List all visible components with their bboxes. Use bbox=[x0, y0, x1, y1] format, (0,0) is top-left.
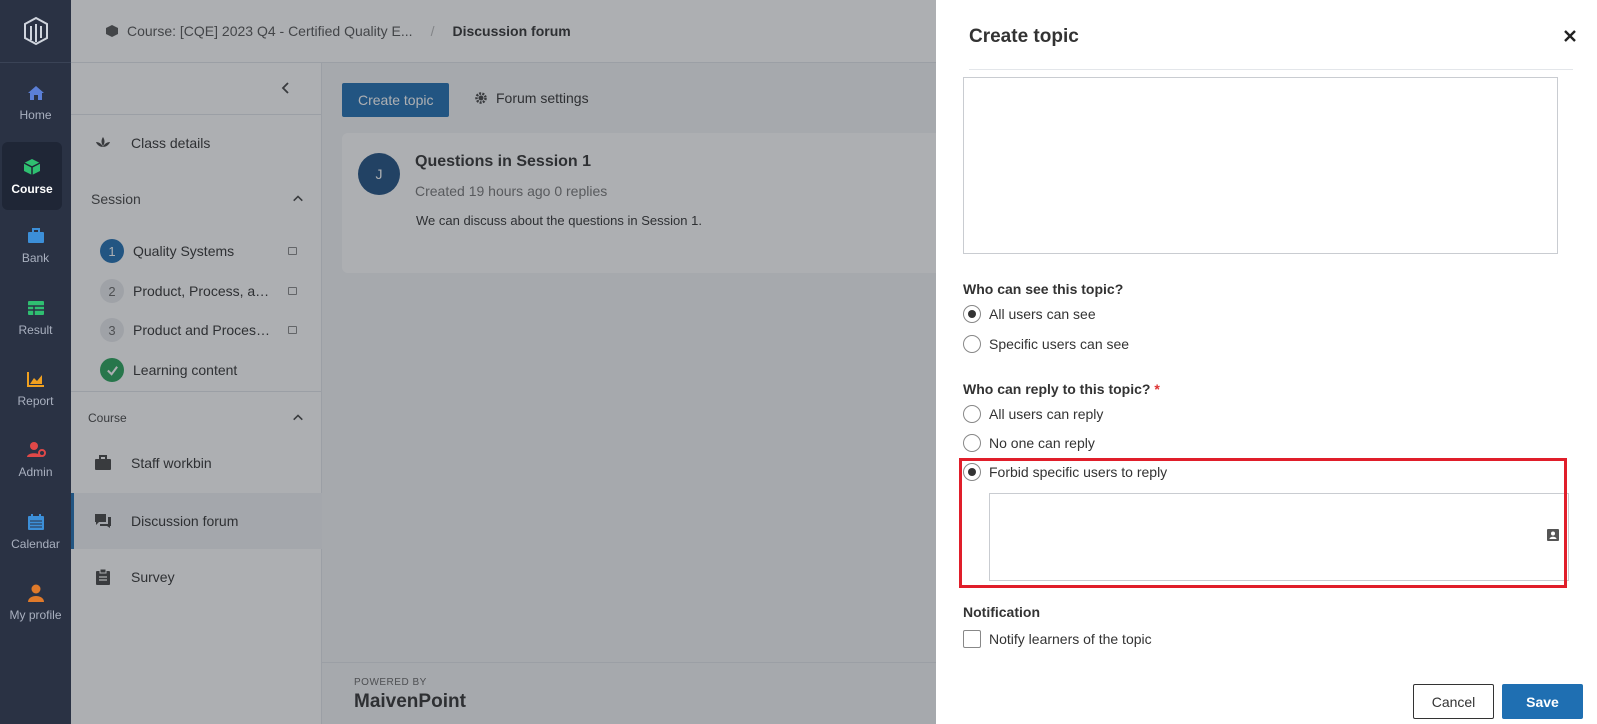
rail-course[interactable]: Course bbox=[2, 142, 62, 210]
person-icon bbox=[27, 584, 44, 602]
radio-button[interactable] bbox=[963, 335, 981, 353]
divider bbox=[969, 69, 1573, 70]
modal-backdrop[interactable] bbox=[71, 0, 936, 724]
app-logo[interactable] bbox=[0, 0, 71, 63]
rail-bank-label: Bank bbox=[21, 250, 50, 265]
nav-rail: Home Course Bank Result Report Admin Cal… bbox=[0, 0, 71, 724]
required-marker: * bbox=[1154, 381, 1160, 397]
radio-label: All users can see bbox=[989, 306, 1096, 322]
radio-all-users-can-see[interactable]: All users can see bbox=[963, 305, 1096, 323]
radio-button[interactable] bbox=[963, 305, 981, 323]
radio-no-one-can-reply[interactable]: No one can reply bbox=[963, 434, 1095, 452]
rail-my-profile-label: My profile bbox=[9, 607, 62, 622]
radio-specific-users-can-see[interactable]: Specific users can see bbox=[963, 335, 1129, 353]
radio-forbid-specific-users[interactable]: Forbid specific users to reply bbox=[963, 463, 1167, 481]
checkbox-label: Notify learners of the topic bbox=[989, 631, 1152, 647]
radio-label: Specific users can see bbox=[989, 336, 1130, 352]
logo-icon bbox=[23, 16, 48, 46]
briefcase-icon bbox=[27, 227, 44, 243]
reply-question: Who can reply to this topic? * bbox=[963, 381, 1160, 397]
rail-course-label: Course bbox=[11, 181, 53, 196]
save-button[interactable]: Save bbox=[1502, 684, 1583, 719]
calendar-icon bbox=[27, 513, 44, 530]
user-gear-icon bbox=[26, 441, 46, 457]
cancel-button[interactable]: Cancel bbox=[1413, 684, 1494, 719]
radio-label: Forbid specific users to reply bbox=[989, 464, 1168, 480]
rail-admin[interactable]: Admin bbox=[0, 425, 71, 493]
forbidden-users-input[interactable] bbox=[990, 494, 1568, 580]
topic-description-textarea[interactable] bbox=[963, 77, 1558, 254]
rail-bank[interactable]: Bank bbox=[0, 211, 71, 279]
notification-label: Notification bbox=[963, 604, 1040, 620]
notify-learners-checkbox-row[interactable]: Notify learners of the topic bbox=[963, 630, 1152, 648]
cube-icon bbox=[23, 158, 41, 175]
rail-admin-label: Admin bbox=[18, 464, 53, 479]
home-icon bbox=[27, 85, 44, 100]
close-icon bbox=[1564, 30, 1576, 42]
rail-calendar-label: Calendar bbox=[11, 536, 60, 551]
rail-calendar[interactable]: Calendar bbox=[0, 497, 71, 565]
close-button[interactable] bbox=[1562, 28, 1578, 44]
rail-my-profile[interactable]: My profile bbox=[0, 568, 71, 636]
reply-question-label: Who can reply to this topic? bbox=[963, 381, 1151, 397]
rail-report-label: Report bbox=[17, 393, 54, 408]
contact-book-icon[interactable] bbox=[1546, 528, 1560, 542]
radio-label: All users can reply bbox=[989, 406, 1104, 422]
chart-icon bbox=[26, 371, 44, 387]
rail-result-label: Result bbox=[18, 322, 53, 337]
table-icon bbox=[27, 300, 44, 315]
radio-label: No one can reply bbox=[989, 435, 1095, 451]
rail-home-label: Home bbox=[19, 107, 52, 122]
rail-home[interactable]: Home bbox=[0, 68, 71, 136]
radio-button[interactable] bbox=[963, 434, 981, 452]
radio-button[interactable] bbox=[963, 463, 981, 481]
panel-title: Create topic bbox=[969, 26, 1079, 47]
create-topic-panel: Create topic Who can see this topic? All… bbox=[936, 0, 1597, 724]
visibility-question: Who can see this topic? bbox=[963, 281, 1124, 297]
radio-button[interactable] bbox=[963, 405, 981, 423]
rail-report[interactable]: Report bbox=[0, 354, 71, 422]
radio-all-users-can-reply[interactable]: All users can reply bbox=[963, 405, 1103, 423]
rail-result[interactable]: Result bbox=[0, 283, 71, 351]
forbidden-users-picker[interactable] bbox=[989, 493, 1569, 581]
notify-learners-checkbox[interactable] bbox=[963, 630, 981, 648]
